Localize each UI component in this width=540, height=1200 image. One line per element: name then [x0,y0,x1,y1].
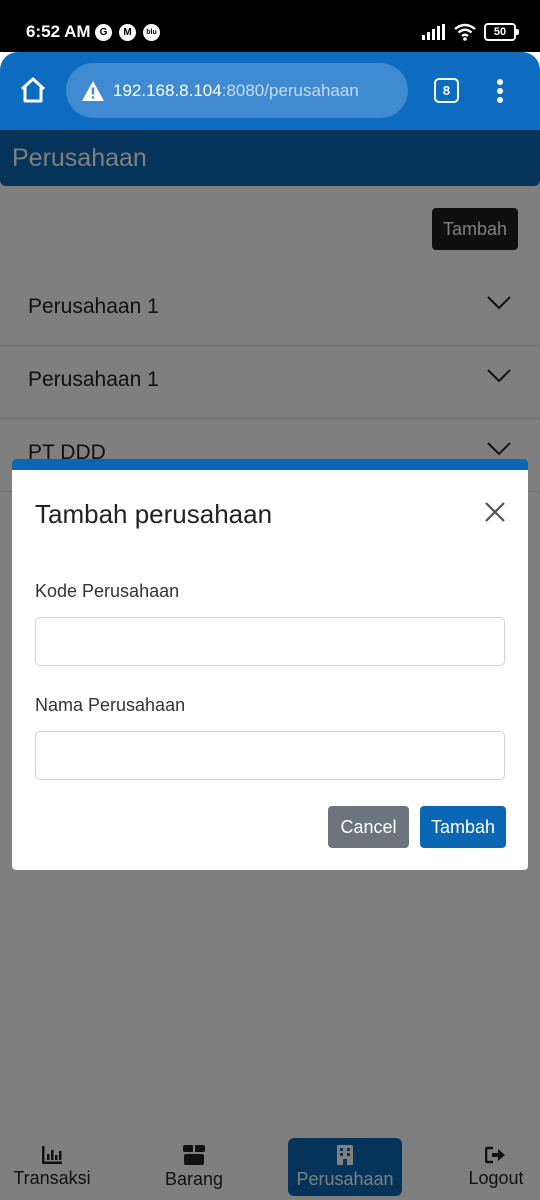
company-code-label: Kode Perusahaan [35,581,180,601]
browser-toolbar: 192.168.8.104:8080/perusahaan 8 [0,52,540,130]
add-company-modal: Tambah perusahaan Kode Perusahaan Nama P… [12,459,528,870]
tab-switcher-icon[interactable]: 8 [434,78,459,103]
google-icon: G [95,24,112,41]
home-icon[interactable] [19,76,47,104]
blu-app-icon: blu [143,24,160,41]
signal-icon [422,24,445,40]
url-path: :8080/perusahaan [221,80,359,100]
gmail-icon: M [119,24,136,41]
modal-accent-bar [12,459,528,470]
url-host: 192.168.8.104 [113,80,222,100]
company-code-input[interactable] [35,617,505,666]
status-time: 6:52 AM [26,22,91,41]
submit-button[interactable]: Tambah [420,806,506,848]
wifi-icon [454,23,476,41]
company-name-input[interactable] [35,731,505,780]
address-bar[interactable]: 192.168.8.104:8080/perusahaan [66,63,408,118]
cancel-button[interactable]: Cancel [328,806,409,848]
company-name-label: Nama Perusahaan [35,695,186,715]
status-bar: 6:52 AM G M blu 50 [0,0,540,52]
battery-icon: 50 [484,23,519,41]
close-icon[interactable] [484,501,506,523]
warning-icon[interactable] [81,80,105,102]
more-options-icon[interactable] [496,78,504,104]
url-text: 192.168.8.104:8080/perusahaan [113,81,359,101]
modal-title: Tambah perusahaan [35,499,273,529]
